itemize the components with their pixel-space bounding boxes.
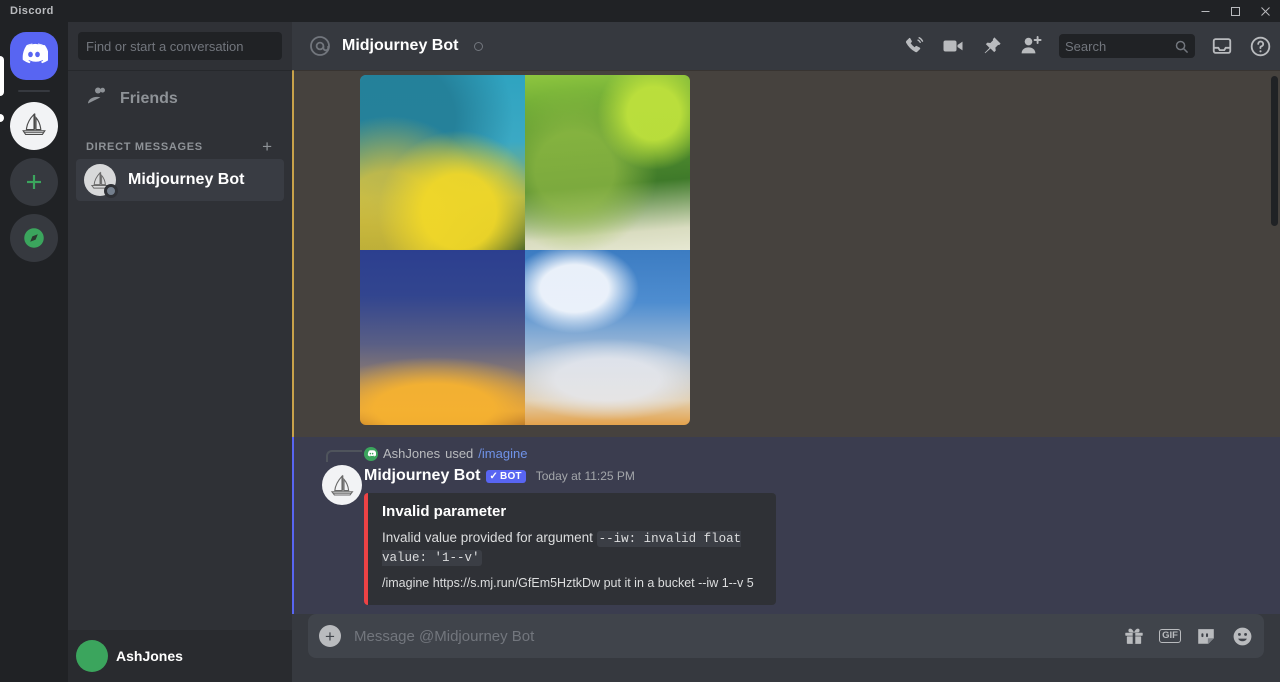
message-row-error[interactable]: AshJones used /imagine Midjourney Bot ✓ … xyxy=(292,437,1280,614)
avatar xyxy=(84,164,118,198)
message-author-avatar[interactable] xyxy=(322,465,362,505)
friends-icon xyxy=(84,85,108,114)
user-panel[interactable]: AshJones xyxy=(68,630,292,682)
direct-messages-label: DIRECT MESSAGES xyxy=(86,140,203,153)
add-person-icon[interactable] xyxy=(1019,34,1043,58)
window-titlebar: Discord xyxy=(0,0,1280,22)
dm-sidebar: Friends DIRECT MESSAGES + xyxy=(68,22,292,682)
friends-label: Friends xyxy=(120,90,178,107)
reply-used-text: used xyxy=(445,446,474,461)
message-composer[interactable]: + Message @Midjourney Bot GIF xyxy=(308,614,1264,658)
chat-header: Midjourney Bot Search xyxy=(292,22,1280,70)
status-badge: ✓ BOT xyxy=(486,469,526,483)
grid-image-top-left[interactable] xyxy=(360,75,525,250)
chat-header-actions: Search xyxy=(903,34,1272,58)
generated-image-grid[interactable] xyxy=(360,75,690,425)
create-dm-plus-icon[interactable]: + xyxy=(262,138,276,155)
bot-badge-label: BOT xyxy=(500,470,522,482)
reply-reference[interactable]: AshJones used /imagine xyxy=(364,446,527,461)
embed-description: Invalid value provided for argument --iw… xyxy=(382,529,762,567)
close-button[interactable] xyxy=(1250,0,1280,22)
window-controls xyxy=(1190,0,1280,22)
composer-container: + Message @Midjourney Bot GIF xyxy=(292,614,1280,682)
user-avatar[interactable] xyxy=(76,640,108,672)
status-indicator xyxy=(104,184,118,198)
video-camera-icon[interactable] xyxy=(941,34,965,58)
user-name: AshJones xyxy=(116,648,183,664)
sailboat-icon xyxy=(18,108,50,145)
at-sign-icon xyxy=(308,34,332,58)
unread-pill xyxy=(0,114,4,122)
pin-icon[interactable] xyxy=(981,35,1003,57)
maximize-button[interactable] xyxy=(1220,0,1250,22)
add-server-button[interactable] xyxy=(10,158,58,206)
attach-file-button[interactable]: + xyxy=(308,614,352,658)
sticker-icon[interactable] xyxy=(1195,625,1217,647)
gif-label: GIF xyxy=(1159,628,1181,644)
reply-command-link[interactable]: /imagine xyxy=(478,446,527,461)
dm-item-midjourney-bot[interactable]: Midjourney Bot xyxy=(76,159,284,201)
message-list[interactable]: AshJones used /imagine Midjourney Bot ✓ … xyxy=(292,70,1280,614)
status-circle-icon xyxy=(474,41,484,51)
message-row-images[interactable] xyxy=(292,70,1280,437)
dm-list: Friends DIRECT MESSAGES + Midjourney Bot xyxy=(68,70,292,682)
dm-item-label: Midjourney Bot xyxy=(128,171,245,188)
reply-connector xyxy=(326,450,362,462)
inbox-icon[interactable] xyxy=(1211,35,1233,57)
message-timestamp: Today at 11:25 PM xyxy=(535,469,635,483)
direct-messages-header: DIRECT MESSAGES + xyxy=(76,120,284,159)
gif-icon[interactable]: GIF xyxy=(1159,628,1181,644)
sidebar-item-friends[interactable]: Friends xyxy=(76,78,284,120)
grid-image-bottom-right[interactable] xyxy=(525,250,690,425)
sidebar-item-home[interactable] xyxy=(10,32,58,80)
message-author-name[interactable]: Midjourney Bot xyxy=(364,467,480,485)
message-input[interactable]: Message @Midjourney Bot xyxy=(352,628,1123,645)
dm-search-bar xyxy=(68,22,292,70)
page-title: Midjourney Bot xyxy=(342,37,459,54)
discord-window: Discord Find or start a conversation Fri… xyxy=(0,0,1280,682)
embed-description-text: Invalid value provided for argument xyxy=(382,530,593,545)
phone-call-icon[interactable] xyxy=(903,35,925,57)
grid-image-bottom-left[interactable] xyxy=(360,250,525,425)
reply-author-avatar xyxy=(364,446,378,461)
error-embed: Invalid parameter Invalid value provided… xyxy=(364,493,776,605)
composer-tools: GIF xyxy=(1123,625,1254,648)
message-header: Midjourney Bot ✓ BOT Today at 11:25 PM xyxy=(364,467,635,485)
active-server-pill xyxy=(0,56,4,96)
plus-icon: + xyxy=(319,625,341,647)
server-rail xyxy=(0,22,68,682)
search-icon xyxy=(1174,39,1189,54)
verified-check-icon: ✓ xyxy=(489,470,499,482)
window-title: Discord xyxy=(10,5,54,17)
sidebar-item-midjourney[interactable] xyxy=(10,102,58,150)
message-scrollbar[interactable] xyxy=(1271,76,1278,226)
reply-author-name: AshJones xyxy=(383,446,441,461)
gift-icon[interactable] xyxy=(1123,625,1145,647)
search-placeholder: Search xyxy=(1065,38,1107,54)
search-input[interactable]: Search xyxy=(1059,34,1195,58)
minimize-button[interactable] xyxy=(1190,0,1220,22)
app-body: Friends DIRECT MESSAGES + xyxy=(0,22,1280,682)
search-input[interactable] xyxy=(78,32,282,60)
explore-servers-button[interactable] xyxy=(10,214,58,262)
emoji-icon[interactable] xyxy=(1231,625,1254,648)
chat-area: Midjourney Bot Search AshJones used /ima… xyxy=(292,22,1280,682)
grid-image-top-right[interactable] xyxy=(525,75,690,250)
embed-title: Invalid parameter xyxy=(382,503,507,520)
rail-separator xyxy=(18,90,50,92)
embed-command-echo: /imagine https://s.mj.run/GfEm5HztkDw pu… xyxy=(382,575,754,590)
discord-logo-icon xyxy=(20,40,49,73)
help-circle-icon[interactable] xyxy=(1249,35,1272,58)
